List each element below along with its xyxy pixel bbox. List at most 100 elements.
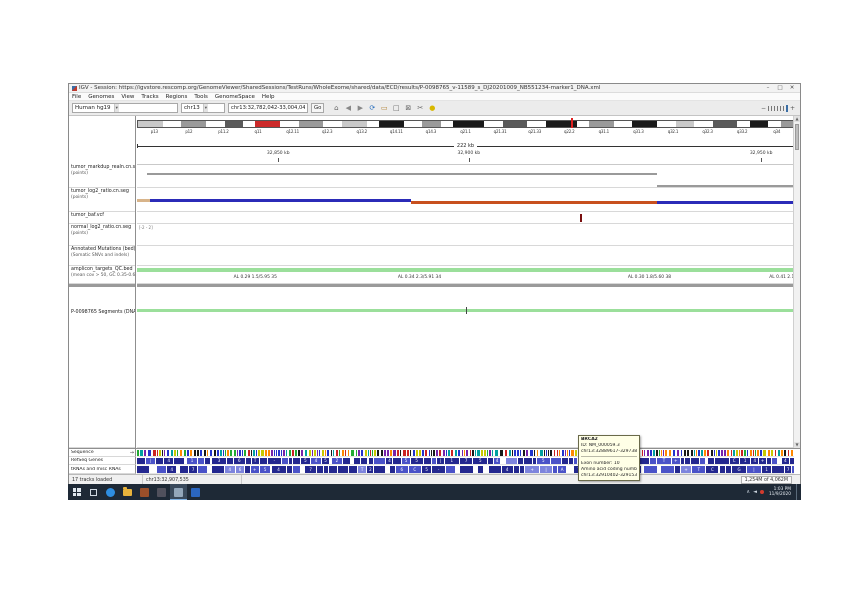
igv-app-icon[interactable] <box>170 484 187 500</box>
gene-feature <box>246 458 251 464</box>
sequence-tick <box>462 450 463 456</box>
scroll-up-arrow[interactable]: ▲ <box>794 116 800 122</box>
minimize-button[interactable]: – <box>763 84 773 92</box>
gene-feature: + <box>251 466 259 473</box>
sequence-tick <box>548 450 549 456</box>
bottom-track-name-cell[interactable]: RefSeq Genes <box>69 457 136 465</box>
sequence-tick <box>223 450 224 456</box>
sequence-tick <box>760 450 762 456</box>
gene-feature <box>650 458 656 464</box>
sequence-tick <box>466 450 468 456</box>
sequence-tick <box>512 450 513 456</box>
scrollbar-thumb[interactable] <box>795 124 799 150</box>
notification-badge-icon[interactable] <box>760 490 764 494</box>
bottom-track-name-cell[interactable]: tRNAs and misc RNAs <box>69 465 136 474</box>
gene-feature <box>569 458 573 464</box>
menu-item-tools[interactable]: Tools <box>194 94 208 100</box>
menu-item-file[interactable]: File <box>72 94 81 100</box>
zoom-tick <box>774 106 775 111</box>
track-subtitle: (mean cov > 50, GC 0.35-0.65) <box>71 273 134 278</box>
gene-feature: C <box>730 458 739 464</box>
bottom-track-name-cell[interactable]: Sequence→ <box>69 449 136 457</box>
go-button[interactable]: Go <box>311 103 324 113</box>
zoom-slider[interactable]: −+ <box>761 105 797 112</box>
gene-label: 7 <box>465 459 468 463</box>
start-button[interactable] <box>68 484 85 500</box>
menu-item-help[interactable]: Help <box>262 94 275 100</box>
sequence-tick <box>286 450 287 456</box>
track-row <box>137 287 794 448</box>
close-button[interactable]: ✕ <box>787 84 797 92</box>
genome-select[interactable]: Human hg19 ▾ <box>72 103 178 113</box>
track-name-cell[interactable]: tumor_baf.vcf <box>69 212 135 224</box>
track-name-cell[interactable]: tumor_log2_ratio.cn.seg(points) <box>69 188 135 212</box>
sequence-tick <box>331 450 332 456</box>
volume-icon[interactable]: ◄ <box>753 484 757 500</box>
sequence-tick <box>234 450 236 456</box>
cytoband-label: q34 <box>773 129 780 134</box>
sequence-tick <box>387 450 389 456</box>
sequence-tick <box>274 450 275 456</box>
popup-balloon-icon[interactable]: ● <box>427 103 437 114</box>
sequence-tick <box>253 450 255 456</box>
gene-feature: 4 <box>225 466 235 473</box>
gene-label: | <box>545 468 546 472</box>
resize-window-icon[interactable]: ⊠ <box>403 103 413 114</box>
track-name-cell[interactable]: tumor_markdup_realn.cn.seg(points) <box>69 164 135 188</box>
sequence-tick <box>301 450 303 456</box>
gene-label: 1 <box>765 468 768 472</box>
outlook-app-icon[interactable] <box>187 484 204 500</box>
back-arrow-icon[interactable]: ◀ <box>343 103 353 114</box>
cytoband <box>243 121 255 127</box>
track-name-cell[interactable]: P-0098765 Segments (DNAcopy) <box>69 287 135 448</box>
menu-item-regions[interactable]: Regions <box>166 94 188 100</box>
cytoband <box>225 121 244 127</box>
taskbar-clock[interactable]: 1:03 PM 11/9/2020 <box>767 487 793 497</box>
gene-label: 2 <box>369 468 372 472</box>
sequence-tick <box>336 450 338 456</box>
track-subtitle: (Somatic SNVs and indels) <box>71 253 134 258</box>
tray-chevron-icon[interactable]: ∧ <box>746 484 750 500</box>
snapshot-icon[interactable]: □ <box>391 103 401 114</box>
chromosome-select[interactable]: chr13 ▾ <box>181 103 225 113</box>
track-name-cell[interactable]: amplicon_targets_QC.bed(mean cov > 50, G… <box>69 266 135 284</box>
cytoband-label: q21.33 <box>528 129 541 134</box>
file-explorer-icon[interactable] <box>119 484 136 500</box>
sequence-tick <box>210 450 212 456</box>
gene-feature: 4 <box>502 466 513 473</box>
gene-feature <box>772 458 778 464</box>
vertical-scrollbar[interactable]: ▲ ▼ <box>793 116 800 448</box>
cytoband <box>737 121 749 127</box>
menu-item-genomes[interactable]: Genomes <box>88 94 114 100</box>
zoom-in-icon[interactable]: + <box>790 105 795 112</box>
menu-item-tracks[interactable]: Tracks <box>141 94 158 100</box>
menu-item-genomespace[interactable]: GenomeSpace <box>215 94 255 100</box>
menu-item-view[interactable]: View <box>121 94 134 100</box>
track-subtitle: (points) <box>71 231 134 236</box>
gene-label: | <box>440 459 441 463</box>
cytoband <box>614 121 633 127</box>
photos-app-icon[interactable] <box>136 484 153 500</box>
track-name-cell[interactable]: normal_log2_ratio.cn.seg(points) <box>69 224 135 246</box>
sequence-tick <box>248 450 250 456</box>
sequence-tick <box>747 450 748 456</box>
mail-app-icon[interactable] <box>153 484 170 500</box>
edge-browser-icon[interactable] <box>102 484 119 500</box>
track-name: tumor_markdup_realn.cn.seg <box>71 165 134 171</box>
forward-arrow-icon[interactable]: ▶ <box>355 103 365 114</box>
region-tool-icon[interactable]: ▭ <box>379 103 389 114</box>
locus-input[interactable] <box>228 103 308 113</box>
home-icon[interactable]: ⌂ <box>331 103 341 114</box>
cytoband-label: q22.2 <box>564 129 574 134</box>
task-view-button[interactable] <box>85 484 102 500</box>
zoom-slider-handle[interactable] <box>786 105 788 112</box>
chromosome-ideogram[interactable] <box>137 120 794 128</box>
zoom-out-icon[interactable]: − <box>761 105 766 112</box>
cytoband-label: q32.1 <box>668 129 678 134</box>
cut-icon[interactable]: ✂ <box>415 103 425 114</box>
show-desktop-button[interactable] <box>796 484 799 500</box>
refresh-icon[interactable]: ⟳ <box>367 103 377 114</box>
sequence-tick <box>520 450 521 456</box>
track-name-cell[interactable]: Annotated Mutations (bed)(Somatic SNVs a… <box>69 246 135 266</box>
maximize-button[interactable]: □ <box>775 84 785 92</box>
